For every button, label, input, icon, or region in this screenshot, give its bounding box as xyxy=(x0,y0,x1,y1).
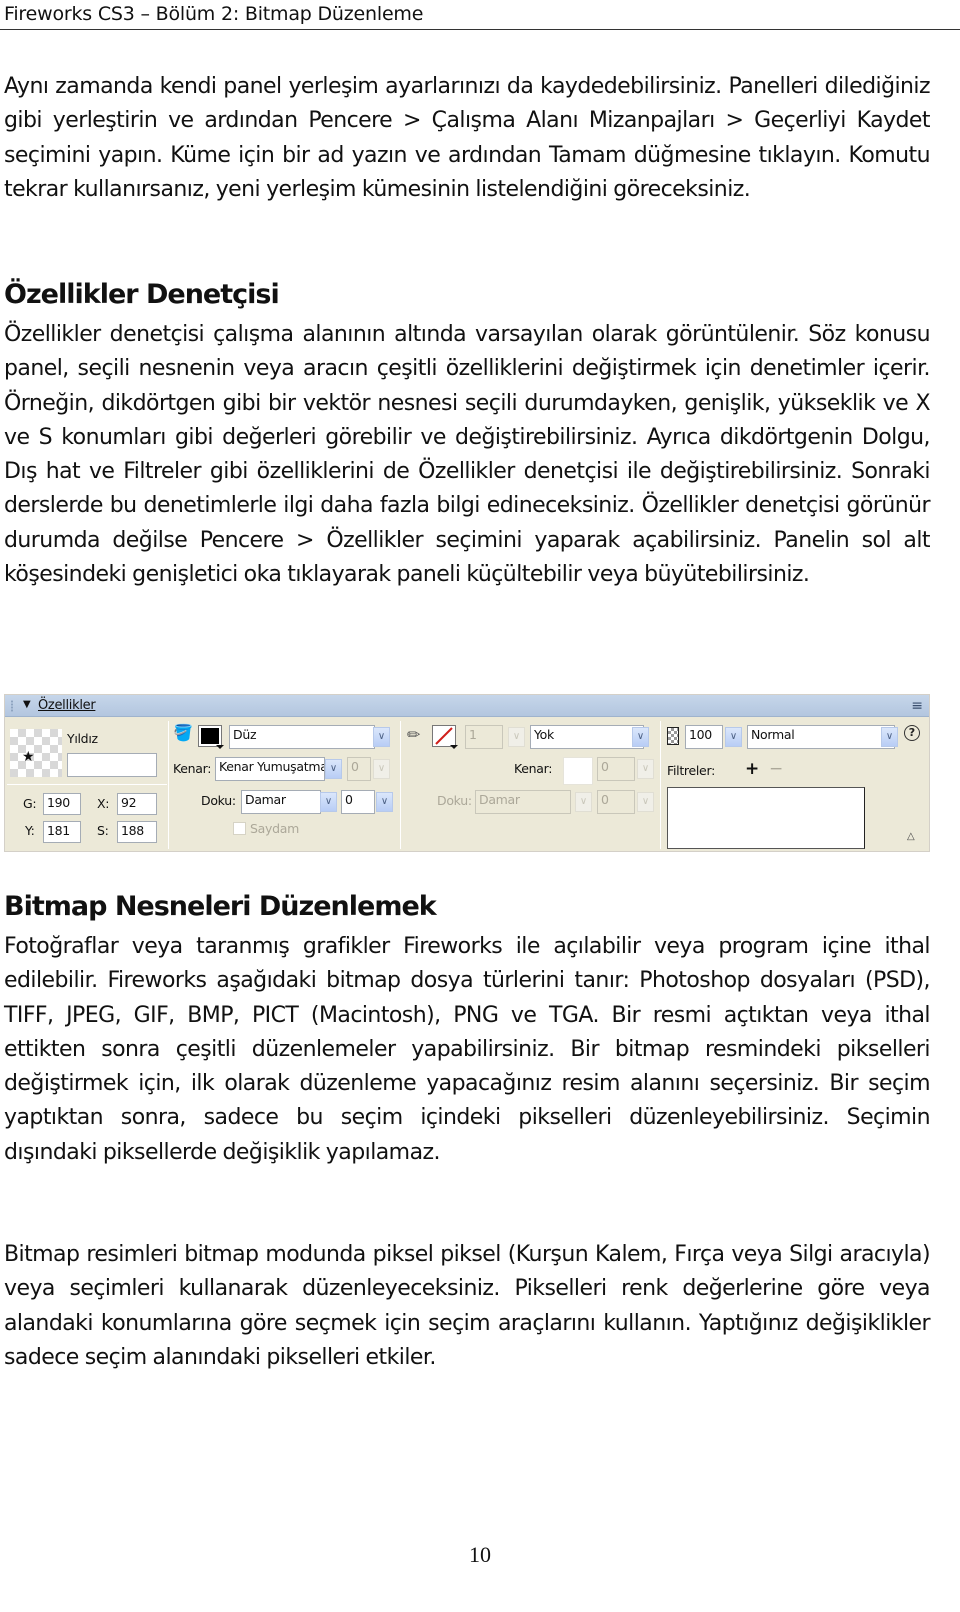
stroke-texture-amount-input[interactable]: 0 xyxy=(597,790,635,814)
x-label: X: xyxy=(97,796,110,811)
pencil-icon: ✏ xyxy=(407,725,421,744)
chevron-down-icon[interactable]: ∨ xyxy=(637,792,654,812)
running-header: Fireworks CS3 – Bölüm 2: Bitmap Düzenlem… xyxy=(0,0,960,30)
object-type-label: Yıldız xyxy=(67,731,98,746)
fill-edge-amount-input[interactable]: 0 xyxy=(347,757,371,781)
width-input[interactable]: 190 xyxy=(43,793,81,815)
no-color-slash-icon xyxy=(435,727,453,745)
divider xyxy=(400,721,401,849)
fill-texture-amount-input[interactable]: 0 xyxy=(341,790,375,814)
page-number: 10 xyxy=(469,1542,491,1567)
panel-options-icon[interactable]: ≡ xyxy=(911,698,923,714)
fill-texture-label: Doku: xyxy=(201,793,236,808)
add-filter-icon[interactable]: + xyxy=(745,759,759,779)
chevron-down-icon[interactable]: ∨ xyxy=(637,759,654,779)
chevron-down-icon[interactable]: ∨ xyxy=(325,759,342,779)
divider xyxy=(168,721,169,849)
star-icon: ★ xyxy=(22,749,35,765)
stroke-size-input[interactable]: 1 xyxy=(465,725,503,749)
panel-title[interactable]: Özellikler xyxy=(38,698,96,713)
filters-label: Filtreler: xyxy=(667,763,715,778)
paragraph-bitmap-modes: Bitmap resimleri bitmap modunda piksel p… xyxy=(4,1242,931,1370)
swatch-menu-arrow-icon xyxy=(450,745,458,749)
object-thumbnail: ★ xyxy=(10,729,62,777)
paragraph-workspace-layouts: Aynı zamanda kendi panel yerleşim ayarla… xyxy=(4,74,931,202)
chevron-down-icon[interactable]: ∨ xyxy=(632,727,649,747)
swatch-menu-arrow-icon xyxy=(216,745,224,749)
fill-type-select[interactable]: Düz xyxy=(229,725,375,749)
chevron-down-icon[interactable]: ∨ xyxy=(725,727,742,747)
chevron-down-icon[interactable]: ∨ xyxy=(376,792,393,812)
stroke-edge-amount-input[interactable]: 0 xyxy=(597,757,635,781)
chevron-down-icon[interactable]: ∨ xyxy=(320,792,337,812)
fill-color-swatch[interactable] xyxy=(198,725,224,749)
chevron-down-icon[interactable]: ∨ xyxy=(881,727,898,747)
opacity-icon xyxy=(667,727,679,745)
stroke-color-swatch[interactable] xyxy=(432,725,458,749)
stroke-edge-label: Kenar: xyxy=(514,761,553,776)
remove-filter-icon[interactable]: − xyxy=(769,759,783,779)
height-label: Y: xyxy=(25,823,35,838)
fill-edge-label: Kenar: xyxy=(173,761,212,776)
paragraph-properties-inspector: Özellikler denetçisi çalışma alanının al… xyxy=(4,322,931,588)
paint-bucket-icon: 🪣 xyxy=(173,723,193,742)
chevron-down-icon[interactable]: ∨ xyxy=(373,759,390,779)
fill-edge-select[interactable]: Kenar Yumuşatma xyxy=(215,757,325,781)
chevron-down-icon[interactable]: ∨ xyxy=(373,727,390,747)
panel-expander-icon[interactable]: △ xyxy=(907,831,915,842)
height-input[interactable]: 181 xyxy=(43,821,81,843)
width-label: G: xyxy=(23,796,37,811)
stroke-texture-label: Doku: xyxy=(437,793,472,808)
document-page: Fireworks CS3 – Bölüm 2: Bitmap Düzenlem… xyxy=(0,0,960,1612)
collapse-arrow-icon[interactable]: ▼ xyxy=(23,699,31,710)
object-name-input[interactable] xyxy=(67,753,157,777)
paragraph-bitmap-intro: Fotoğraflar veya taranmış grafikler Fire… xyxy=(4,934,931,1165)
stroke-type-select[interactable]: Yok xyxy=(530,725,644,749)
help-icon[interactable]: ? xyxy=(904,725,920,741)
transparent-label: Saydam xyxy=(250,821,299,836)
stroke-edge-input[interactable] xyxy=(563,757,593,785)
y-input[interactable]: 188 xyxy=(117,821,157,843)
properties-panel: ▼ Özellikler ≡ ★ Yıldız G: 190 X: 92 Y: … xyxy=(4,694,930,852)
blend-mode-select[interactable]: Normal xyxy=(747,725,895,749)
divider xyxy=(7,784,167,785)
stroke-texture-select[interactable]: Damar xyxy=(475,790,571,814)
heading-properties-inspector: Özellikler Denetçisi xyxy=(4,279,280,310)
chevron-down-icon[interactable]: ∨ xyxy=(575,792,592,812)
y-label: S: xyxy=(97,823,109,838)
filters-list[interactable] xyxy=(667,787,865,849)
fill-texture-select[interactable]: Damar xyxy=(241,790,321,814)
divider xyxy=(660,721,661,849)
transparent-checkbox[interactable] xyxy=(233,822,246,835)
panel-titlebar: ▼ Özellikler ≡ xyxy=(5,695,929,717)
heading-bitmap-editing: Bitmap Nesneleri Düzenlemek xyxy=(4,891,437,922)
x-input[interactable]: 92 xyxy=(117,793,157,815)
fill-color xyxy=(201,728,219,744)
chevron-down-icon[interactable]: ∨ xyxy=(508,727,525,747)
grip-icon[interactable] xyxy=(10,700,14,712)
opacity-input[interactable]: 100 xyxy=(685,725,723,749)
